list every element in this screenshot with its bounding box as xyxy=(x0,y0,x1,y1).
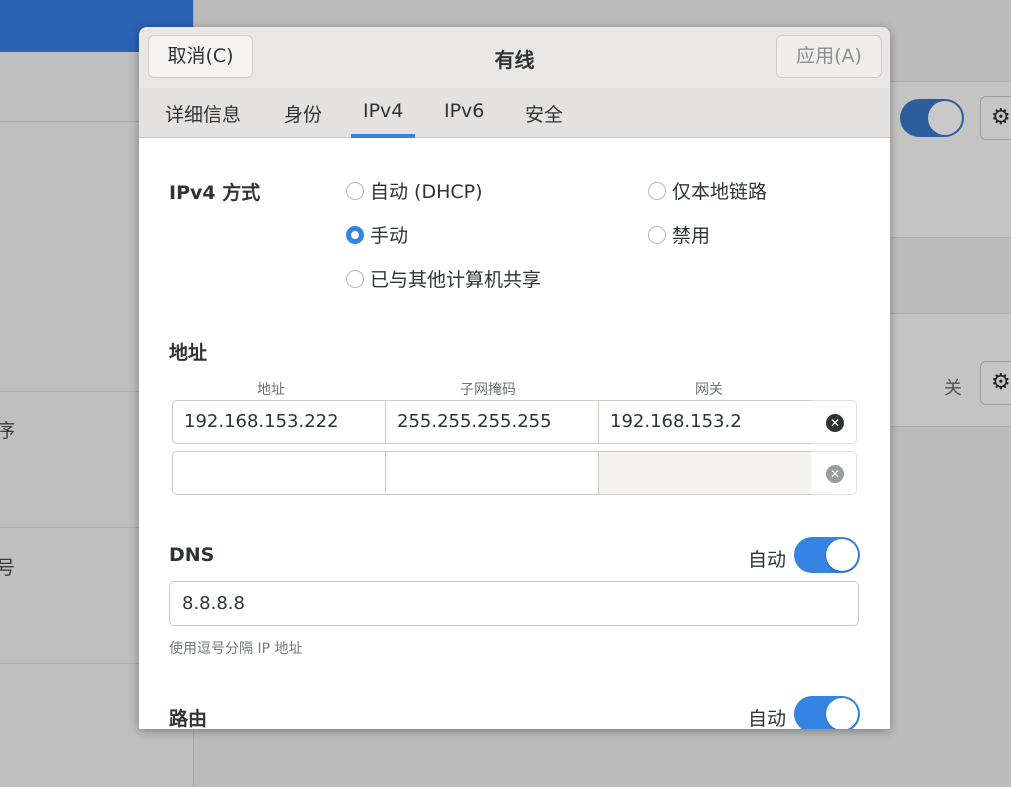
dialog-headerbar: 取消(C) 有线 应用(A) xyxy=(139,27,890,89)
dns-section-label: DNS xyxy=(169,544,215,566)
radio-shared[interactable]: 已与其他计算机共享 xyxy=(346,265,541,292)
routes-auto-label: 自动 xyxy=(748,708,787,729)
radio-label: 手动 xyxy=(370,225,409,247)
dns-auto-switch[interactable] xyxy=(794,537,860,573)
radio-label: 自动 (DHCP) xyxy=(370,181,483,203)
radio-auto-dhcp[interactable]: 自动 (DHCP) xyxy=(346,177,483,204)
gateway-input[interactable]: 192.168.153.2 xyxy=(598,400,812,444)
gear-icon[interactable]: ⚙ xyxy=(980,361,1011,405)
tab-security[interactable]: 安全 xyxy=(525,100,563,127)
delete-address-button[interactable]: ✕ xyxy=(811,451,857,495)
radio-disabled[interactable]: 禁用 xyxy=(648,221,710,248)
switch-knob xyxy=(826,698,858,729)
switch-knob xyxy=(826,539,858,571)
tab-ipv4[interactable]: IPv4 xyxy=(350,100,416,138)
radio-indicator[interactable] xyxy=(346,269,364,288)
close-icon: ✕ xyxy=(826,414,844,432)
routes-section-label: 路由 xyxy=(169,708,208,729)
routes-auto-switch[interactable] xyxy=(794,696,860,729)
ipv4-content: IPv4 方式 自动 (DHCP) 仅本地链路 手动 禁用 已与其他计算机共享 … xyxy=(139,138,890,729)
radio-label: 已与其他计算机共享 xyxy=(370,269,542,291)
radio-label: 仅本地链路 xyxy=(672,181,768,203)
radio-indicator[interactable] xyxy=(346,181,364,200)
apply-button[interactable]: 应用(A) xyxy=(776,35,882,78)
radio-indicator[interactable] xyxy=(648,225,666,244)
radio-manual[interactable]: 手动 xyxy=(346,221,408,248)
tab-bar: 详细信息 身份 IPv4 IPv6 安全 xyxy=(139,88,890,138)
wired-settings-dialog: 取消(C) 有线 应用(A) 详细信息 身份 IPv4 IPv6 安全 IPv4… xyxy=(139,27,890,729)
tab-details[interactable]: 详细信息 xyxy=(165,100,241,127)
dns-hint: 使用逗号分隔 IP 地址 xyxy=(169,641,303,657)
close-icon: ✕ xyxy=(826,465,844,483)
tab-identity[interactable]: 身份 xyxy=(284,100,322,127)
address-row: ✕ xyxy=(172,451,857,495)
netmask-input[interactable] xyxy=(385,451,599,495)
addresses-section-label: 地址 xyxy=(169,342,208,364)
wired-toggle[interactable] xyxy=(900,99,964,137)
radio-link-local[interactable]: 仅本地链路 xyxy=(648,177,767,204)
delete-address-button[interactable]: ✕ xyxy=(811,400,857,444)
gateway-input[interactable] xyxy=(598,451,812,495)
toggle-knob xyxy=(928,101,962,135)
sidebar-item-label[interactable]: 号 xyxy=(0,553,15,580)
address-input[interactable] xyxy=(172,451,386,495)
column-header-gateway: 网关 xyxy=(695,382,723,398)
radio-label: 禁用 xyxy=(672,225,711,247)
tab-ipv6[interactable]: IPv6 xyxy=(444,100,484,122)
radio-indicator[interactable] xyxy=(346,225,364,244)
sidebar-item-label[interactable]: 序 xyxy=(0,416,15,443)
dns-auto-label: 自动 xyxy=(748,549,787,571)
ipv4-method-label: IPv4 方式 xyxy=(169,182,261,204)
netmask-input[interactable]: 255.255.255.255 xyxy=(385,400,599,444)
address-row: 192.168.153.222 255.255.255.255 192.168.… xyxy=(172,400,857,444)
off-label: 关 xyxy=(944,378,962,399)
column-header-address: 地址 xyxy=(257,382,285,398)
dns-input[interactable]: 8.8.8.8 xyxy=(169,581,859,626)
column-header-netmask: 子网掩码 xyxy=(460,382,516,398)
radio-indicator[interactable] xyxy=(648,181,666,200)
gear-icon[interactable]: ⚙ xyxy=(980,96,1011,140)
address-input[interactable]: 192.168.153.222 xyxy=(172,400,386,444)
